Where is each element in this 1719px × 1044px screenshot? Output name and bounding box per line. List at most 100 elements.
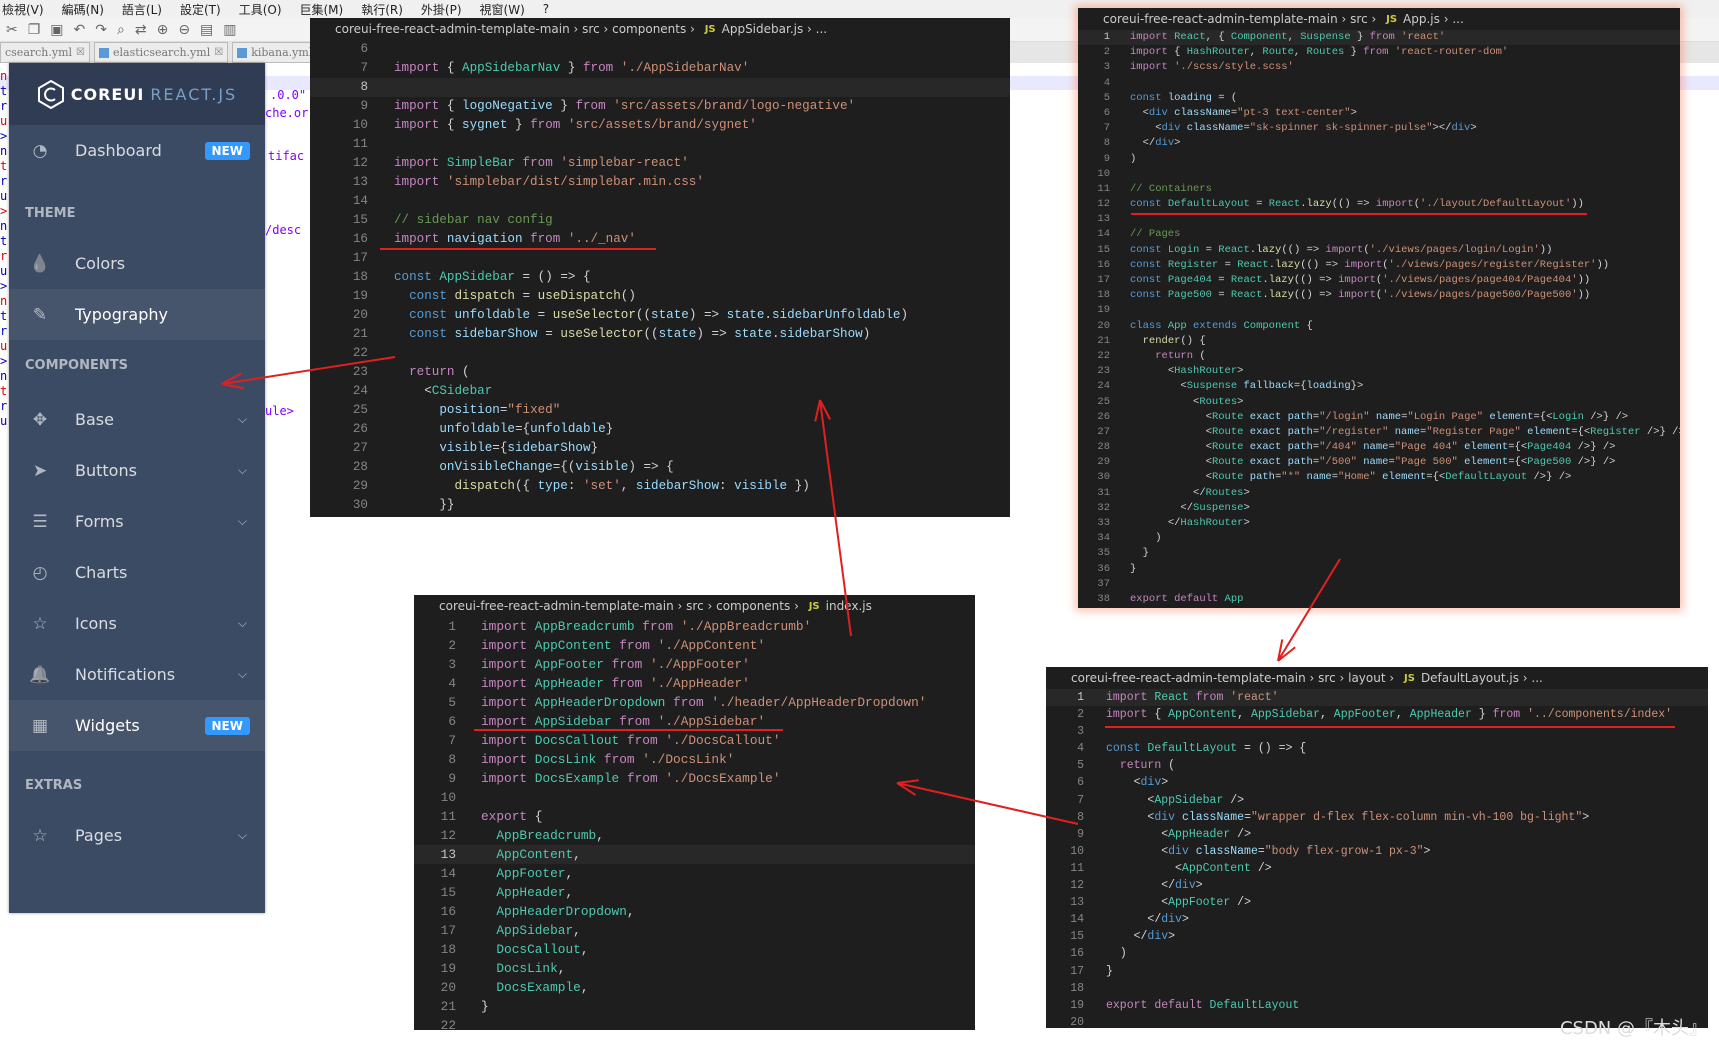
background-code-fragment: u [0,414,8,428]
menu-item[interactable]: 檢視(V) [2,1,44,18]
menu-item[interactable]: ? [543,2,549,16]
code-area[interactable]: 1 import AppBreadcrumb from './AppBreadcr… [414,617,975,1030]
line-text: </div> [1142,137,1181,150]
code-line: 29 dispatch({ type: 'set', sidebarShow: … [310,477,1010,496]
breadcrumb-item[interactable]: src [1318,671,1336,685]
sidebar-item-charts[interactable]: ◴ Charts [9,547,265,598]
breadcrumb-separator-icon: › [1335,671,1349,685]
menu-item[interactable]: 編碼(N) [62,1,104,18]
line-number: 7 [448,733,456,748]
line-text: <AppFooter /> [1161,896,1251,910]
code-line: 39 [1078,607,1680,608]
sidebar-item-forms[interactable]: ☰ Forms ⌵ [9,496,265,547]
background-code-fragment: t [0,309,8,323]
close-icon[interactable]: ☒ [76,47,85,58]
line-number: 23 [1097,365,1110,378]
breadcrumb-item[interactable]: coreui-free-react-admin-template-main [1071,671,1306,685]
line-text: <Route exact path="/login" name="Login P… [1205,410,1629,423]
notepad-tab[interactable]: elasticsearch.yml ☒ [94,42,229,63]
menu-item[interactable]: 外掛(P) [421,1,462,18]
breadcrumb-item[interactable]: components [612,22,686,36]
breadcrumb-item[interactable]: coreui-free-react-admin-template-main [439,599,674,613]
sidebar-item-widgets[interactable]: ▦ Widgets NEW [9,700,265,751]
sync-scroll-h-icon[interactable]: ▥ [223,22,236,38]
breadcrumb-separator-icon: › [1367,12,1381,26]
sidebar-item-dashboard[interactable]: ◔ Dashboard NEW [9,125,265,176]
close-icon[interactable]: ☒ [214,47,223,58]
line-number: 20 [352,308,368,322]
breadcrumb-item[interactable]: ... [816,22,827,36]
menu-item[interactable]: 視窗(W) [480,1,525,18]
breadcrumb-item[interactable]: src [686,599,704,613]
code-line: 18 DocsCallout, [414,940,975,959]
zoom-out-icon[interactable]: ⊖ [178,22,190,38]
menu-item[interactable]: 語言(L) [122,1,162,18]
replace-icon[interactable]: ⇄ [135,22,147,38]
breadcrumb-item[interactable]: ... [1452,12,1463,26]
line-text [1110,212,1130,227]
breadcrumb-item[interactable]: index.js [826,599,872,613]
cut-icon[interactable]: ✂ [6,22,18,38]
breadcrumb-item[interactable]: src [1350,12,1368,26]
code-area[interactable]: 1 import React from 'react' 2 import { AppC… [1046,689,1708,1028]
undo-icon[interactable]: ↶ [74,22,86,38]
menu-item[interactable]: 設定(T) [180,1,221,18]
code-line: 2 import AppContent from './AppContent' [414,636,975,655]
line-number: 32 [1097,501,1110,514]
chevron-down-icon: ⌵ [237,828,247,842]
sidebar-brand[interactable]: COREUI REACT.JS [9,63,265,125]
sidebar-item-buttons[interactable]: ➤ Buttons ⌵ [9,445,265,496]
paste-icon[interactable]: ▣ [50,22,63,38]
menu-item[interactable]: 巨集(M) [300,1,344,18]
notepad-tab[interactable]: csearch.yml ☒ [0,42,91,63]
line-number: 4 [1077,742,1084,756]
line-text [1110,167,1130,182]
line-number: 11 [1097,182,1110,195]
code-line: 15 </div> [1046,928,1708,945]
line-number: 15 [440,885,456,900]
line-number: 11 [352,137,368,151]
sync-scroll-icon[interactable]: ▤ [200,22,213,38]
menu-item[interactable]: 工具(O) [239,1,282,18]
chart-pie-icon: ◴ [32,562,48,583]
code-line: 18 const Page500 = React.lazy(() => impor… [1078,288,1680,303]
code-area[interactable]: 6 7 import { AppSidebarNav } from './AppSi… [310,40,1010,515]
sidebar-item-notifications[interactable]: 🔔 Notifications ⌵ [9,649,265,700]
line-number: 8 [1077,810,1084,824]
breadcrumb-item[interactable]: layout [1348,671,1385,685]
line-number: 15 [1070,930,1084,944]
line-number: 8 [1103,137,1110,150]
sidebar-item-colors[interactable]: 💧 Colors [9,238,265,289]
code-area[interactable]: 1 import React, { Component, Suspense } f… [1078,30,1680,608]
js-file-icon: JS [1386,13,1398,25]
sidebar-item-typography[interactable]: ✎ Typography [9,289,265,340]
code-line: 10 [414,788,975,807]
line-text: </div> [1147,913,1189,927]
breadcrumb-item[interactable]: ... [1531,671,1542,685]
sidebar-item-pages[interactable]: ☆ Pages ⌵ [9,810,265,861]
line-text [368,192,394,211]
line-text: // sidebar nav config [394,213,553,227]
background-code-fragment: u [0,114,8,128]
find-icon[interactable]: ⌕ [117,22,125,38]
breadcrumb-separator-icon: › [569,22,583,36]
line-text: import DocsCallout from './DocsCallout' [481,733,781,748]
breadcrumb-item[interactable]: coreui-free-react-admin-template-main [1103,12,1338,26]
line-text: import navigation from '../_nav' [394,232,636,246]
sidebar-item-base[interactable]: ✥ Base ⌵ [9,394,265,445]
breadcrumb-item[interactable]: DefaultLayout.js [1421,671,1519,685]
menu-item[interactable]: 執行(R) [361,1,403,18]
redo-icon[interactable]: ↷ [95,22,107,38]
zoom-in-icon[interactable]: ⊕ [157,22,169,38]
breadcrumb-item[interactable]: src [582,22,600,36]
sidebar-item-icons[interactable]: ☆ Icons ⌵ [9,598,265,649]
breadcrumb-item[interactable]: coreui-free-react-admin-template-main [335,22,570,36]
line-text [1110,607,1130,608]
new-badge: NEW [204,141,250,160]
breadcrumb-item[interactable]: App.js [1403,12,1440,26]
copy-icon[interactable]: ❐ [28,22,41,38]
breadcrumb-item[interactable]: components [716,599,790,613]
breadcrumb-item[interactable]: AppSidebar.js [722,22,804,36]
code-line: 22 [310,344,1010,363]
line-number: 36 [1097,562,1110,575]
